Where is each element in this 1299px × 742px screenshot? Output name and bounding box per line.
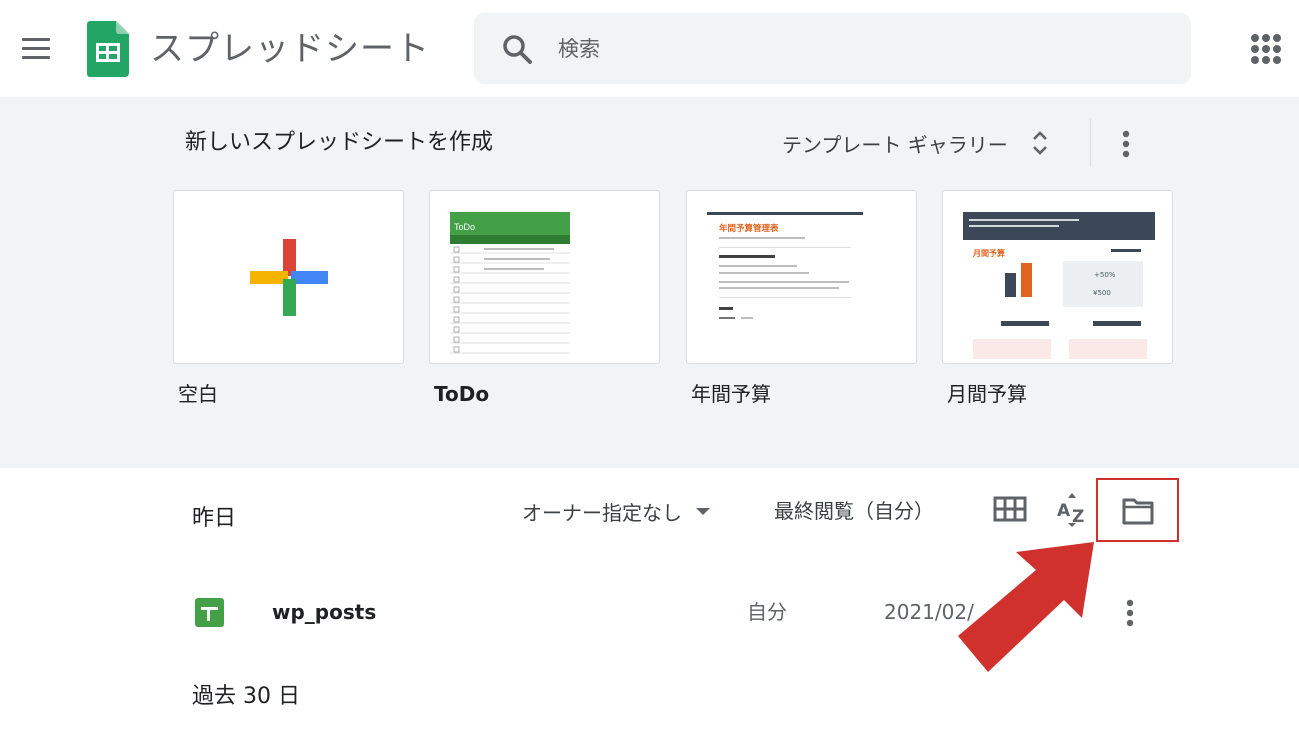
template-tile-todo[interactable]: ToDo ToDo bbox=[429, 190, 660, 410]
plus-icon bbox=[250, 239, 328, 316]
more-vert-icon[interactable] bbox=[1114, 595, 1146, 631]
monthly-thumb-percent: +50% bbox=[1094, 271, 1116, 279]
sort-by-last-opened[interactable]: 最終閲覧（自分） bbox=[774, 496, 934, 526]
monthly-thumb-title: 月間予算 bbox=[972, 248, 1005, 258]
unfold-more-icon bbox=[1032, 131, 1047, 155]
annual-budget-thumbnail-graphic: 年間予算管理表 bbox=[707, 212, 863, 319]
section-heading-yesterday: 昨日 bbox=[192, 506, 237, 531]
template-label: 月間予算 bbox=[947, 382, 1027, 406]
monthly-thumb-amount: ¥500 bbox=[1093, 289, 1111, 297]
more-vert-icon[interactable] bbox=[1110, 126, 1142, 162]
owner-filter-label: オーナー指定なし bbox=[522, 500, 682, 525]
template-thumbnail-blank[interactable] bbox=[173, 190, 404, 364]
file-name[interactable]: wp_posts bbox=[272, 598, 376, 626]
folder-icon bbox=[1122, 498, 1154, 525]
template-label: ToDo bbox=[434, 382, 490, 406]
template-tile-annual-budget[interactable]: 年間予算管理表 年間予算 bbox=[686, 190, 917, 410]
grid-view-icon[interactable] bbox=[993, 495, 1027, 525]
section-heading-past-30-days: 過去 30 日 bbox=[192, 684, 300, 709]
svg-text:A: A bbox=[1057, 501, 1071, 521]
template-thumbnail-annual-budget[interactable]: 年間予算管理表 bbox=[686, 190, 917, 364]
file-list-header: 昨日 オーナー指定なし 最終閲覧（自分） A Z bbox=[0, 468, 1299, 568]
file-last-opened-date: 2021/02/ bbox=[884, 600, 974, 624]
monthly-budget-thumbnail-graphic: 月間予算 +50% ¥500 bbox=[963, 212, 1155, 359]
owner-filter-dropdown[interactable]: オーナー指定なし bbox=[522, 496, 710, 526]
search-bar[interactable] bbox=[474, 13, 1191, 84]
template-tile-monthly-budget[interactable]: 月間予算 +50% ¥500 月間予算 bbox=[942, 190, 1173, 410]
google-apps-icon[interactable] bbox=[1246, 29, 1286, 69]
sort-az-icon[interactable]: A Z bbox=[1054, 492, 1090, 528]
folder-picker-button[interactable] bbox=[1096, 478, 1179, 542]
dropdown-arrow-icon bbox=[696, 507, 710, 515]
template-gallery-label: テンプレート ギャラリー bbox=[782, 132, 1008, 157]
template-gallery-toggle[interactable]: テンプレート ギャラリー bbox=[782, 126, 1050, 160]
gallery-title: 新しいスプレッドシートを作成 bbox=[185, 130, 494, 155]
spreadsheet-file-icon bbox=[195, 598, 224, 627]
search-icon[interactable] bbox=[501, 33, 533, 65]
top-app-bar: スプレッドシート bbox=[0, 0, 1299, 97]
file-row[interactable]: wp_posts 自分 2021/02/ bbox=[0, 578, 1299, 648]
sheets-logo[interactable] bbox=[87, 21, 129, 77]
template-thumbnail-todo[interactable]: ToDo bbox=[429, 190, 660, 364]
template-tile-blank[interactable]: 空白 bbox=[173, 190, 404, 410]
hamburger-menu-icon[interactable] bbox=[14, 30, 58, 70]
search-input[interactable] bbox=[558, 29, 1158, 69]
annual-thumb-title: 年間予算管理表 bbox=[719, 223, 779, 234]
todo-thumb-title: ToDo bbox=[454, 222, 475, 232]
template-gallery: 新しいスプレッドシートを作成 テンプレート ギャラリー 空白 ToDo ToDo… bbox=[0, 97, 1299, 468]
gallery-divider bbox=[1090, 119, 1091, 167]
template-label: 年間予算 bbox=[691, 382, 771, 406]
template-label: 空白 bbox=[178, 382, 218, 406]
todo-thumbnail-graphic: ToDo bbox=[450, 212, 570, 354]
file-owner: 自分 bbox=[747, 600, 787, 624]
app-title: スプレッドシート bbox=[150, 29, 430, 69]
template-thumbnail-monthly-budget[interactable]: 月間予算 +50% ¥500 bbox=[942, 190, 1173, 364]
